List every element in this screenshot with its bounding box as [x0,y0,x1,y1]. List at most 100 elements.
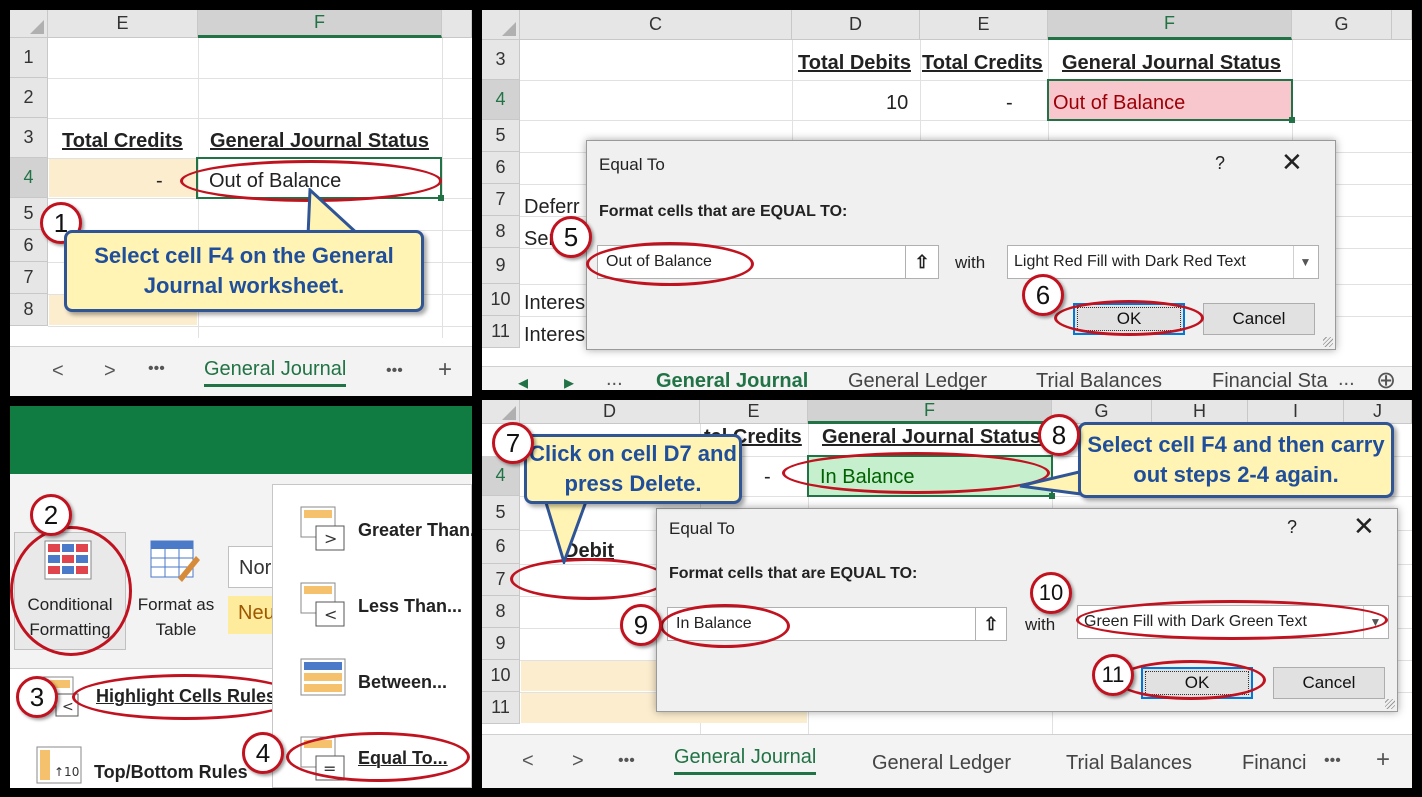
col-header-f2[interactable]: F [1048,10,1292,40]
format-as-table-label[interactable]: Format as Table [130,592,222,642]
col-header-extra[interactable] [442,10,472,38]
cell-e4d[interactable]: - [764,466,771,489]
col-header-e4[interactable]: E [700,400,808,424]
col-header-f4[interactable]: F [808,400,1052,424]
row-header-9d[interactable]: 9 [482,628,520,660]
col-header-f[interactable]: F [198,10,442,38]
chevron-down-icon[interactable]: ▼ [1293,246,1317,278]
tab-financial-2[interactable]: Financial Sta [1212,370,1328,390]
cell-c11[interactable]: Interes [524,324,585,347]
row-header-11b[interactable]: 11 [482,316,520,348]
svg-text:<: < [324,605,337,624]
row-header-7b[interactable]: 7 [482,184,520,216]
row-header-10d[interactable]: 10 [482,660,520,692]
row-header-1[interactable]: 1 [10,38,48,78]
step-5-badge: 5 [550,216,592,258]
add-sheet-icon-4[interactable]: + [1376,746,1390,774]
highlight-ellipse-value [586,242,754,286]
tab-prev-icon[interactable]: < [52,360,64,383]
cancel-button-2[interactable]: Cancel [1273,667,1385,699]
select-all-corner-4[interactable] [482,400,520,424]
panel-ribbon-menu: Conditional Formatting Format as Table N… [10,406,472,788]
tab-next-icon[interactable]: > [104,360,116,383]
header-gj-status-2: General Journal Status [1062,52,1281,74]
row-5b-label: 5 [495,125,506,145]
tab-general-journal-2[interactable]: General Journal [656,370,808,390]
tab-general-ledger-2[interactable]: General Ledger [848,370,987,390]
tab-more2-icon-2[interactable]: ... [1338,368,1355,390]
row-header-6b[interactable]: 6 [482,152,520,184]
row-header-11d[interactable]: 11 [482,692,520,724]
tab-general-journal[interactable]: General Journal [204,358,347,387]
row-4b-label: 4 [495,89,506,109]
select-all-corner[interactable] [10,10,48,38]
tab-more2-icon-4[interactable]: ••• [1324,752,1341,770]
tab-financial-4[interactable]: Financi [1242,752,1306,775]
tab-prev-icon-2[interactable]: ◂ [518,370,528,390]
col-header-extra2[interactable] [1392,10,1412,40]
row-header-7[interactable]: 7 [10,262,48,294]
row-header-8[interactable]: 8 [10,294,48,326]
col-header-d4[interactable]: D [520,400,700,424]
add-sheet-icon-2[interactable]: ⊕ [1376,366,1396,390]
menu-top-bottom-rules[interactable]: Top/Bottom Rules [94,762,248,783]
row-header-4[interactable]: 4 [10,158,48,198]
tab-trial-balances-2[interactable]: Trial Balances [1036,370,1162,390]
col-c-label: C [649,14,662,34]
menu-greater-than[interactable]: Greater Than... [358,520,472,541]
add-sheet-icon[interactable]: + [438,356,452,384]
row-header-5d[interactable]: 5 [482,496,520,530]
col-header-c[interactable]: C [520,10,792,40]
tab-general-ledger-4[interactable]: General Ledger [872,752,1011,775]
col-header-h4[interactable]: H [1152,400,1248,424]
cell-e4[interactable]: - [156,170,163,193]
row-8d-label: 8 [495,601,506,621]
collapse-dialog-icon-2[interactable]: ⇧ [975,607,1007,641]
cell-f4b[interactable]: Out of Balance [1053,92,1185,115]
format-select[interactable]: Light Red Fill with Dark Red Text [1007,245,1319,279]
header-gj-status: General Journal Status [210,130,429,152]
row-header-4b[interactable]: 4 [482,80,520,120]
cancel-button[interactable]: Cancel [1203,303,1315,335]
row-header-8b[interactable]: 8 [482,216,520,248]
row-header-5b[interactable]: 5 [482,120,520,152]
row-header-6[interactable]: 6 [10,230,48,262]
help-icon-2[interactable]: ? [1287,517,1297,538]
row-header-3b[interactable]: 3 [482,40,520,80]
col-header-g[interactable]: G [1292,10,1392,40]
resize-grip-icon[interactable] [1323,337,1333,347]
collapse-dialog-icon[interactable]: ⇧ [905,245,939,279]
select-all-corner-2[interactable] [482,10,520,40]
tab-prev-icon-4[interactable]: < [522,750,534,773]
row-7b-label: 7 [495,189,506,209]
tab-more-icon-2[interactable]: ... [606,368,623,390]
tab-more2-icon[interactable]: ••• [386,362,403,380]
menu-between[interactable]: Between... [358,672,447,693]
row-header-8d[interactable]: 8 [482,596,520,628]
col-header-j4[interactable]: J [1344,400,1412,424]
col-header-e2[interactable]: E [920,10,1048,40]
row-header-9b[interactable]: 9 [482,248,520,284]
tab-more-icon-4[interactable]: ••• [618,752,635,770]
cell-c10[interactable]: Interes [524,292,585,315]
help-icon[interactable]: ? [1215,153,1225,174]
cell-d4[interactable]: 10 [886,92,908,115]
col-header-e[interactable]: E [48,10,198,38]
cell-e4b[interactable]: - [1006,92,1013,115]
tab-general-journal-4[interactable]: General Journal [674,746,817,775]
close-icon[interactable]: ✕ [1281,147,1303,178]
row-header-3[interactable]: 3 [10,118,48,158]
close-icon-2[interactable]: ✕ [1353,511,1375,542]
col-header-d[interactable]: D [792,10,920,40]
tab-next-icon-4[interactable]: > [572,750,584,773]
tab-trial-balances-4[interactable]: Trial Balances [1066,752,1192,775]
tab-more-icon[interactable]: ••• [148,360,165,378]
row-header-10b[interactable]: 10 [482,284,520,316]
tab-next-icon-2[interactable]: ▸ [564,370,574,390]
menu-less-than[interactable]: Less Than... [358,596,462,617]
dialog-label: Format cells that are EQUAL TO: [599,203,848,220]
row-header-6d[interactable]: 6 [482,530,520,564]
col-header-i4[interactable]: I [1248,400,1344,424]
resize-grip-icon-2[interactable] [1385,699,1395,709]
row-header-2[interactable]: 2 [10,78,48,118]
